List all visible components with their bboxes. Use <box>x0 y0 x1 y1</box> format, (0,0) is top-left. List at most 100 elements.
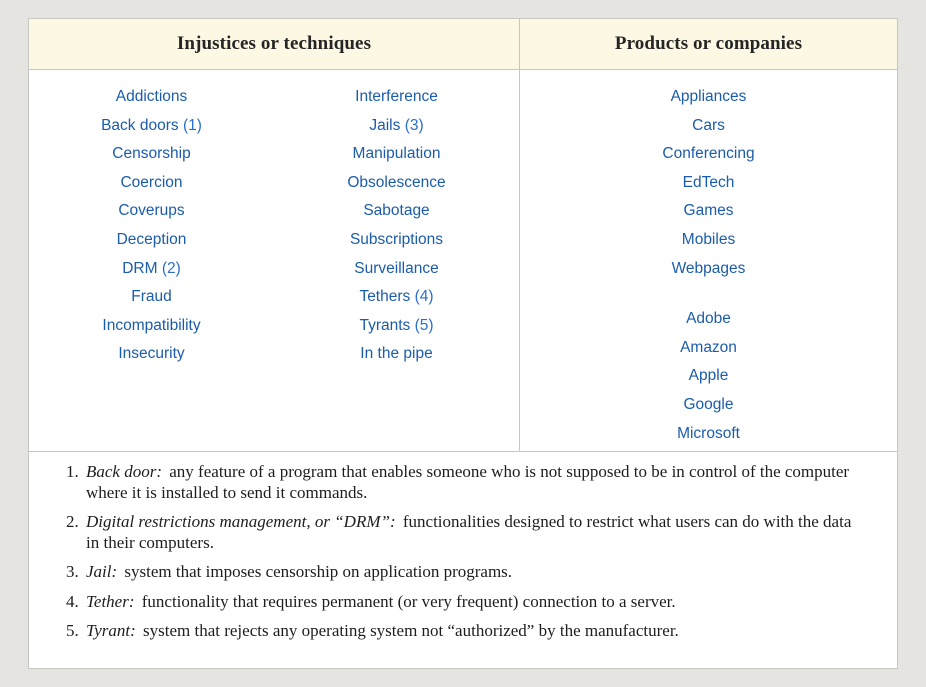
table-entry: Microsoft <box>520 420 897 449</box>
table-entry: Google <box>520 391 897 420</box>
page: Injustices or techniques Products or com… <box>0 0 926 687</box>
table-entry: In the pipe <box>274 340 519 369</box>
footnote-text: functionality that requires permanent (o… <box>137 591 676 611</box>
entry-link[interactable]: Conferencing <box>662 145 754 162</box>
entry-link[interactable]: Incompatibility <box>102 317 200 334</box>
entry-link[interactable]: Back doors <box>101 117 179 134</box>
entry-link[interactable]: Adobe <box>686 310 731 327</box>
injustices-cell: Addictions Back doors (1) Censorship Coerci… <box>29 70 520 451</box>
table-entry: Tethers (4) <box>274 283 519 312</box>
footnote-text: system that rejects any operating system… <box>138 621 679 640</box>
entry-link[interactable]: Amazon <box>680 339 737 356</box>
table-entry: Sabotage <box>274 197 519 226</box>
footnote-term: Tether: <box>86 591 135 611</box>
footnotes-section: Back door: any feature of a program that… <box>29 452 897 652</box>
entry-link[interactable]: Addictions <box>116 88 188 105</box>
entry-link[interactable]: Appliances <box>671 88 747 105</box>
table-entry: Addictions <box>29 83 274 112</box>
footnote-text: any feature of a program that enables so… <box>86 462 850 502</box>
entry-link[interactable]: Manipulation <box>353 145 441 162</box>
table-entry: Subscriptions <box>274 226 519 255</box>
table-entry: Coverups <box>29 197 274 226</box>
table-entry: Interference <box>274 83 519 112</box>
footnote-text: system that imposes censorship on applic… <box>120 562 513 581</box>
table-body-row: Addictions Back doors (1) Censorship Coerci… <box>29 70 897 452</box>
entry-link[interactable]: Mobiles <box>682 231 735 248</box>
table-entry: Appliances <box>520 83 897 112</box>
entry-link[interactable]: Apple <box>689 367 729 384</box>
link-group: Addictions Back doors (1) Censorship Coerci… <box>29 83 274 369</box>
table-entry: Mobiles <box>520 226 897 255</box>
entry-link[interactable]: Subscriptions <box>350 231 443 248</box>
column-header-products: Products or companies <box>614 33 803 54</box>
entry-link[interactable]: In the pipe <box>360 345 432 362</box>
table-entry: Amazon <box>520 334 897 363</box>
link-group: Interference Jails (3) Manipulation Obsoles… <box>274 83 519 369</box>
entry-link[interactable]: Webpages <box>672 260 746 277</box>
entry-link[interactable]: Obsolescence <box>347 174 445 191</box>
table-entry: Tyrants (5) <box>274 312 519 341</box>
link-group: Adobe Amazon Apple Google Microsoft <box>520 305 897 448</box>
table-entry: Webpages <box>520 255 897 284</box>
entry-link[interactable]: Google <box>684 396 734 413</box>
table-header-row: Injustices or techniques Products or com… <box>29 19 897 70</box>
products-cell: Appliances Cars Conferencing EdTech Games Mob… <box>520 70 897 451</box>
table-entry: Back doors (1) <box>29 112 274 141</box>
entry-link[interactable]: Cars <box>692 117 725 134</box>
products-column: Appliances Cars Conferencing EdTech Games Mob… <box>520 83 897 448</box>
table-entry: Jails (3) <box>274 112 519 141</box>
table-entry: Censorship <box>29 140 274 169</box>
footnote-item: Digital restrictions management, or “DRM… <box>83 512 867 553</box>
footnote-reference-link[interactable]: (3) <box>405 117 424 134</box>
entry-link[interactable]: Coverups <box>118 202 184 219</box>
table-entry: Conferencing <box>520 140 897 169</box>
entry-link[interactable]: Coercion <box>120 174 182 191</box>
table-entry: Cars <box>520 112 897 141</box>
footnote-term: Back door: <box>86 462 163 481</box>
table-entry: Apple <box>520 362 897 391</box>
entry-link[interactable]: EdTech <box>683 174 735 191</box>
table-entry: Obsolescence <box>274 169 519 198</box>
table-entry: Games <box>520 197 897 226</box>
entry-link[interactable]: Sabotage <box>363 202 429 219</box>
table-entry: Incompatibility <box>29 312 274 341</box>
entry-link[interactable]: Games <box>684 202 734 219</box>
entry-link[interactable]: Fraud <box>131 288 172 305</box>
entry-link[interactable]: Microsoft <box>677 425 740 442</box>
injustices-column-1: Addictions Back doors (1) Censorship Coerci… <box>29 83 274 451</box>
footnote-item: Tether: functionality that requires perm… <box>83 592 867 613</box>
table-entry: Insecurity <box>29 340 274 369</box>
footnote-reference-link[interactable]: (1) <box>183 117 202 134</box>
footnote-item: Tyrant: system that rejects any operatin… <box>83 621 867 642</box>
table-entry: Adobe <box>520 305 897 334</box>
table-entry: EdTech <box>520 169 897 198</box>
footnote-term: Jail: <box>86 562 118 581</box>
footnote-reference-link[interactable]: (2) <box>162 260 181 277</box>
column-header-injustices: Injustices or techniques <box>29 19 520 69</box>
entry-link[interactable]: DRM <box>122 260 157 277</box>
footnote-list: Back door: any feature of a program that… <box>53 462 867 642</box>
footnote-item: Back door: any feature of a program that… <box>83 462 867 503</box>
footnote-item: Jail: system that imposes censorship on … <box>83 562 867 583</box>
table-entry: Deception <box>29 226 274 255</box>
entry-link[interactable]: Deception <box>117 231 187 248</box>
malware-table: Injustices or techniques Products or com… <box>28 18 898 669</box>
table-entry: Fraud <box>29 283 274 312</box>
entry-link[interactable]: Tyrants <box>359 317 410 334</box>
footnote-term: Digital restrictions management, or “DRM… <box>86 512 396 531</box>
injustices-column-2: Interference Jails (3) Manipulation Obsoles… <box>274 83 519 451</box>
footnote-reference-link[interactable]: (5) <box>415 317 434 334</box>
footnote-reference-link[interactable]: (4) <box>415 288 434 305</box>
entry-link[interactable]: Censorship <box>112 145 190 162</box>
entry-link[interactable]: Jails <box>369 117 400 134</box>
entry-link[interactable]: Tethers <box>359 288 410 305</box>
footnote-term: Tyrant: <box>86 621 136 640</box>
table-entry: DRM (2) <box>29 255 274 284</box>
entry-link[interactable]: Insecurity <box>118 345 184 362</box>
table-entry: Coercion <box>29 169 274 198</box>
table-entry: Manipulation <box>274 140 519 169</box>
table-entry: Surveillance <box>274 255 519 284</box>
entry-link[interactable]: Interference <box>355 88 438 105</box>
link-group: Appliances Cars Conferencing EdTech Games Mob… <box>520 83 897 283</box>
entry-link[interactable]: Surveillance <box>354 260 438 277</box>
